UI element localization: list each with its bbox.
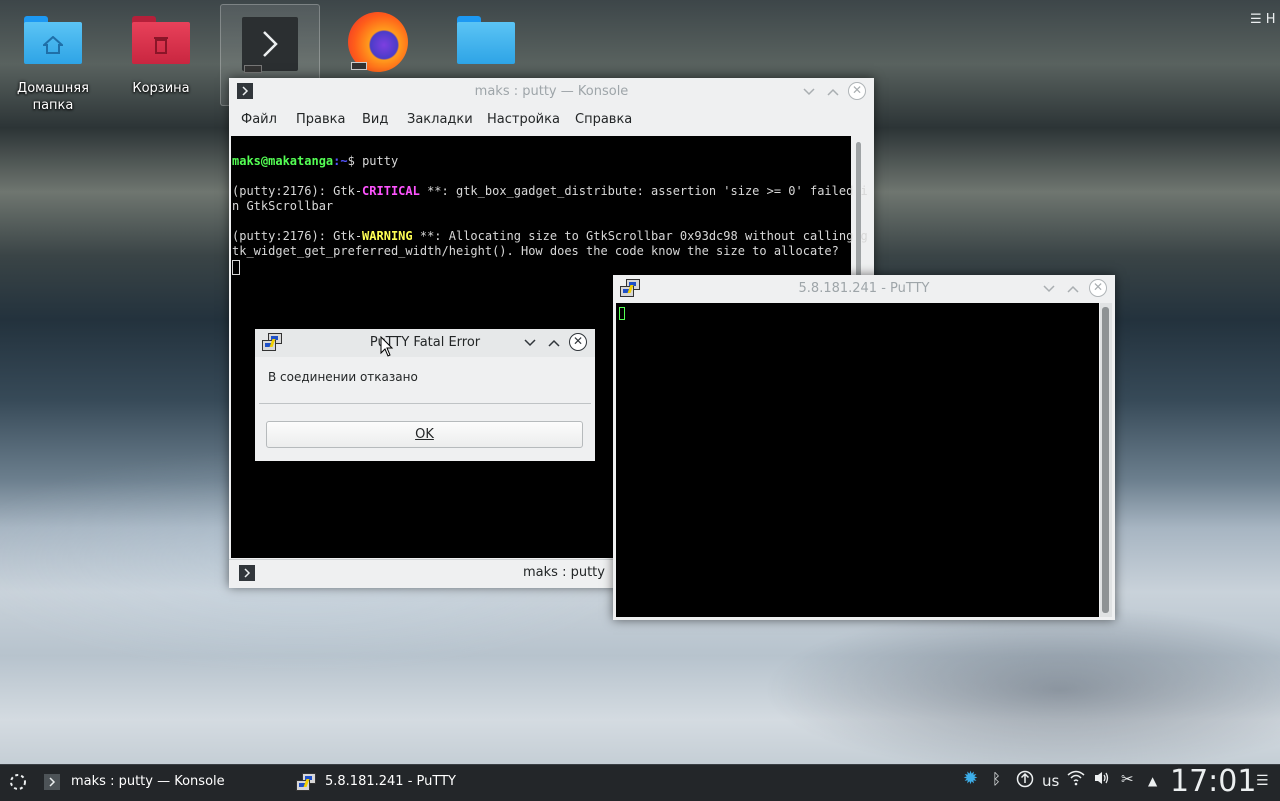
dialog-minimize-button[interactable] [521, 334, 539, 352]
prompt-path: :~ [333, 154, 348, 168]
dialog-close-button[interactable]: ✕ [569, 333, 587, 351]
menu-bookmarks[interactable]: Закладки [407, 112, 473, 127]
menu-file[interactable]: Файл [241, 112, 277, 127]
wifi-icon[interactable] [1067, 770, 1085, 790]
minimize-button[interactable] [800, 83, 818, 101]
konsole-tab[interactable]: maks : putty [523, 565, 605, 580]
task-konsole-label: maks : putty — Konsole [71, 774, 225, 789]
prompt-command: putty [362, 154, 399, 168]
dialog-divider [259, 403, 591, 404]
home-folder-label: Домашняя папка [17, 81, 89, 113]
trash-label: Корзина [132, 81, 190, 96]
ok-button[interactable]: OK [266, 421, 583, 448]
tray-expand-icon[interactable]: ▲ [1148, 774, 1157, 788]
konsole-icon [242, 17, 298, 73]
konsole-title: maks : putty — Konsole [474, 84, 629, 99]
task-putty[interactable]: 5.8.181.241 - PuTTY [290, 768, 536, 796]
home-folder-icon [24, 16, 82, 64]
task-konsole[interactable]: maks : putty — Konsole [38, 768, 284, 796]
prompt-symbol: $ [347, 154, 363, 168]
firefox-icon [348, 12, 408, 72]
updates-icon[interactable] [1016, 770, 1034, 792]
tray-weather-icon[interactable]: ✹ [963, 768, 978, 789]
putty-scrollbar[interactable] [1100, 303, 1112, 617]
dialog-titlebar[interactable]: PuTTY Fatal Error ✕ [255, 329, 595, 357]
desktop-icon-home[interactable]: Домашняя папка [3, 14, 103, 116]
task-konsole-icon [44, 774, 60, 790]
warning-line-cont: tk_widget_get_preferred_width/height(). … [232, 244, 839, 258]
desktop-icon-trash[interactable]: Корзина [111, 14, 211, 104]
warning-line: (putty:2176): Gtk-WARNING **: Allocating… [232, 229, 868, 243]
putty-minimize-button[interactable] [1040, 280, 1058, 298]
prompt-line: maks@makatanga:~$ putty [232, 154, 851, 169]
panel-menu-icon[interactable]: ☰ [1256, 773, 1269, 789]
folder-icon [457, 16, 515, 64]
trash-icon [132, 16, 190, 64]
desktop-icon-firefox[interactable] [328, 4, 428, 84]
putty-close-button[interactable]: ✕ [1089, 279, 1107, 297]
menu-view[interactable]: Вид [362, 112, 388, 127]
mouse-cursor-icon [380, 336, 394, 357]
putty-terminal[interactable] [616, 303, 1099, 617]
hamburger-icon: ☰ [1250, 12, 1262, 27]
putty-titlebar[interactable]: 5.8.181.241 - PuTTY ✕ [613, 275, 1115, 303]
tab-icon [239, 565, 255, 581]
fatal-error-dialog: PuTTY Fatal Error ✕ В соединении отказан… [255, 329, 595, 461]
close-button[interactable]: ✕ [848, 82, 866, 100]
clipboard-icon[interactable]: ✂ [1121, 770, 1134, 788]
menu-edit[interactable]: Правка [296, 112, 345, 127]
desktop-toolbox-label: Н [1265, 12, 1276, 27]
dialog-maximize-button[interactable] [545, 334, 563, 352]
bluetooth-icon[interactable]: ᛒ [992, 770, 1001, 788]
menu-help[interactable]: Справка [575, 112, 632, 127]
dialog-title: PuTTY Fatal Error [369, 335, 481, 350]
volume-icon[interactable] [1093, 770, 1111, 790]
critical-line: (putty:2176): Gtk-CRITICAL **: gtk_box_g… [232, 184, 868, 198]
putty-window: 5.8.181.241 - PuTTY ✕ [613, 275, 1115, 620]
keyboard-layout[interactable]: us [1042, 772, 1059, 790]
desktop-toolbox[interactable]: ☰ Н [1250, 12, 1276, 27]
konsole-titlebar[interactable]: maks : putty — Konsole ✕ [229, 78, 874, 106]
prompt-user: maks@makatanga [232, 154, 334, 168]
putty-maximize-button[interactable] [1064, 280, 1082, 298]
task-putty-icon [296, 773, 316, 791]
critical-line-cont: n GtkScrollbar [232, 199, 334, 213]
putty-scroll-thumb[interactable] [1102, 307, 1109, 613]
application-launcher[interactable] [8, 772, 28, 792]
clock[interactable]: 17:01 [1170, 764, 1256, 800]
terminal-cursor [232, 260, 240, 275]
maximize-button[interactable] [824, 83, 842, 101]
putty-cursor [619, 307, 625, 320]
launcher-icon [10, 774, 26, 790]
menu-settings[interactable]: Настройка [487, 112, 560, 127]
dialog-message: В соединении отказано [268, 370, 418, 384]
task-putty-label: 5.8.181.241 - PuTTY [325, 774, 456, 789]
